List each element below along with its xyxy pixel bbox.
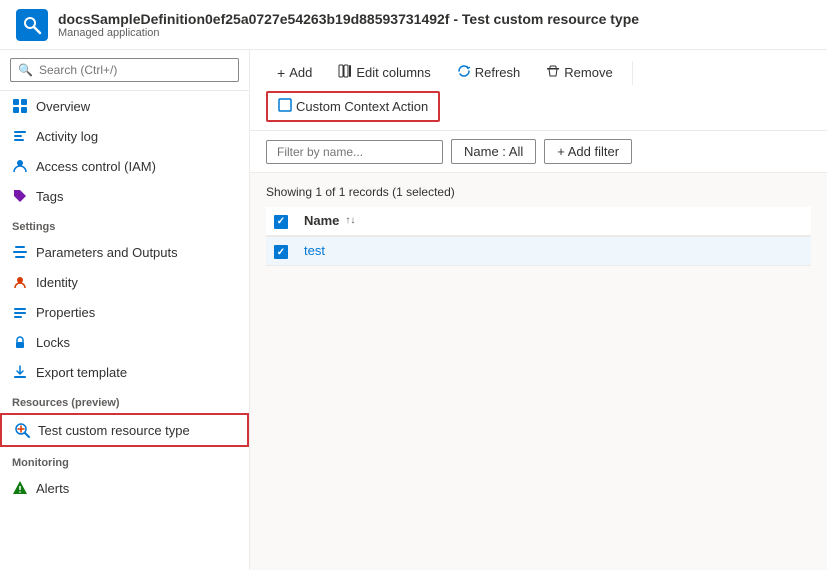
name-column-header[interactable]: Name ↑↓: [296, 207, 811, 236]
table-row: test: [266, 236, 811, 266]
sidebar-item-test-custom-resource[interactable]: Test custom resource type: [0, 413, 249, 447]
row-checkbox[interactable]: [274, 245, 288, 259]
refresh-label: Refresh: [475, 65, 521, 80]
tags-icon: [12, 188, 28, 204]
sidebar-item-label: Access control (IAM): [36, 159, 156, 174]
params-icon: [12, 244, 28, 260]
sidebar-item-properties[interactable]: Properties: [0, 297, 249, 327]
page-subtitle: Managed application: [58, 27, 639, 39]
showing-text: Showing 1 of 1 records (1 selected): [266, 185, 811, 199]
monitoring-section-label: Monitoring: [0, 447, 249, 473]
sidebar-item-access-control[interactable]: Access control (IAM): [0, 151, 249, 181]
sort-icon: ↑↓: [345, 215, 355, 226]
refresh-icon: [457, 64, 471, 81]
remove-label: Remove: [564, 65, 612, 80]
custom-context-label: Custom Context Action: [296, 99, 428, 114]
custom-context-icon: [278, 98, 292, 115]
iam-icon: [12, 158, 28, 174]
sidebar-item-label: Tags: [36, 189, 63, 204]
select-all-checkbox[interactable]: [274, 215, 288, 229]
toolbar-separator: [632, 61, 633, 85]
filter-bar: Name : All + Add filter: [250, 131, 827, 173]
sidebar-item-label: Export template: [36, 365, 127, 380]
data-table: Name ↑↓ test: [266, 207, 811, 266]
add-filter-button[interactable]: + Add filter: [544, 139, 632, 164]
add-icon: +: [277, 65, 285, 81]
name-filter-button[interactable]: Name : All: [451, 139, 536, 164]
edit-columns-button[interactable]: Edit columns: [327, 58, 441, 87]
row-name-cell: test: [296, 236, 811, 266]
resources-section-label: Resources (preview): [0, 387, 249, 413]
body-container: 🔍 Overview Activity log Access control (…: [0, 50, 827, 570]
overview-icon: [12, 98, 28, 114]
sidebar-item-label: Overview: [36, 99, 90, 114]
sidebar-item-export-template[interactable]: Export template: [0, 357, 249, 387]
custom-context-action-button[interactable]: Custom Context Action: [266, 91, 440, 122]
add-label: Add: [289, 65, 312, 80]
add-filter-label: + Add filter: [557, 144, 619, 159]
add-button[interactable]: + Add: [266, 59, 323, 87]
row-checkbox-cell: [266, 236, 296, 266]
activity-log-icon: [12, 128, 28, 144]
sidebar-item-label: Locks: [36, 335, 70, 350]
sidebar-item-identity[interactable]: Identity: [0, 267, 249, 297]
alerts-icon: [12, 480, 28, 496]
search-input[interactable]: [10, 58, 239, 82]
table-area: Showing 1 of 1 records (1 selected) Name…: [250, 173, 827, 570]
sidebar: 🔍 Overview Activity log Access control (…: [0, 50, 250, 570]
page-title: docsSampleDefinition0ef25a0727e54263b19d…: [58, 11, 639, 27]
sidebar-item-label: Alerts: [36, 481, 69, 496]
name-filter-label: Name : All: [464, 144, 523, 159]
sidebar-item-overview[interactable]: Overview: [0, 91, 249, 121]
edit-columns-icon: [338, 64, 352, 81]
sidebar-item-label: Test custom resource type: [38, 423, 190, 438]
sidebar-item-alerts[interactable]: Alerts: [0, 473, 249, 503]
settings-section-label: Settings: [0, 211, 249, 237]
sidebar-item-tags[interactable]: Tags: [0, 181, 249, 211]
refresh-button[interactable]: Refresh: [446, 58, 532, 87]
search-icon: 🔍: [18, 63, 33, 77]
toolbar: + Add Edit columns Refresh Remove: [250, 50, 827, 131]
sidebar-item-activity-log[interactable]: Activity log: [0, 121, 249, 151]
row-name-link[interactable]: test: [304, 243, 325, 258]
header-text-block: docsSampleDefinition0ef25a0727e54263b19d…: [58, 11, 639, 39]
edit-columns-label: Edit columns: [356, 65, 430, 80]
custom-resource-icon: [14, 422, 30, 438]
export-icon: [12, 364, 28, 380]
remove-button[interactable]: Remove: [535, 58, 623, 87]
select-all-header: [266, 207, 296, 236]
sidebar-item-label: Properties: [36, 305, 95, 320]
sidebar-item-label: Identity: [36, 275, 78, 290]
main-content: + Add Edit columns Refresh Remove: [250, 50, 827, 570]
sidebar-search-container: 🔍: [0, 50, 249, 91]
locks-icon: [12, 334, 28, 350]
identity-icon: [12, 274, 28, 290]
sidebar-item-locks[interactable]: Locks: [0, 327, 249, 357]
remove-icon: [546, 64, 560, 81]
properties-icon: [12, 304, 28, 320]
sidebar-item-label: Activity log: [36, 129, 98, 144]
sidebar-item-label: Parameters and Outputs: [36, 245, 178, 260]
app-icon: [16, 9, 48, 41]
filter-by-name-input[interactable]: [266, 140, 443, 164]
sidebar-item-params-outputs[interactable]: Parameters and Outputs: [0, 237, 249, 267]
page-header: docsSampleDefinition0ef25a0727e54263b19d…: [0, 0, 827, 50]
